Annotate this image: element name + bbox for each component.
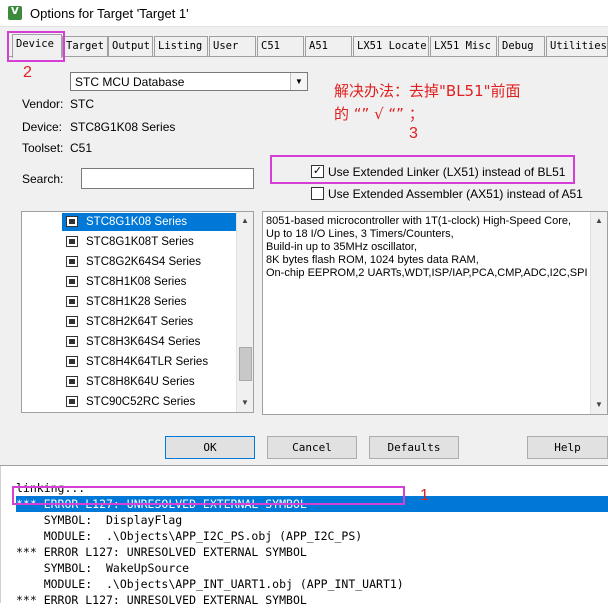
- scroll-up-icon[interactable]: ▲: [237, 213, 253, 229]
- error-highlight-box: [12, 486, 405, 505]
- tab-bar: Device Target Output Listing User C51 A5…: [8, 34, 608, 58]
- chip-icon: [66, 396, 78, 407]
- device-list: STC8G1K08 Series STC8G1K08T Series STC8G…: [21, 211, 254, 413]
- database-select[interactable]: STC MCU Database ▼: [70, 72, 308, 91]
- tab-user[interactable]: User: [209, 36, 256, 56]
- chip-icon: [66, 256, 78, 267]
- description-line: Build-in up to 35MHz oscillator,: [266, 241, 418, 253]
- help-button[interactable]: Help: [527, 436, 608, 459]
- annotation-number-3: 3: [409, 125, 418, 142]
- annotation-note-line1: 解决办法：去掉"BL51"前面: [334, 82, 521, 100]
- output-line: *** ERROR L127: UNRESOLVED EXTERNAL SYMB…: [16, 593, 307, 607]
- chip-icon: [66, 336, 78, 347]
- tab-output[interactable]: Output: [108, 36, 153, 56]
- tab-listing[interactable]: Listing: [154, 36, 208, 56]
- toolset-value: C51: [70, 141, 93, 155]
- output-line: MODULE: .\Objects\APP_INT_UART1.obj (APP…: [16, 577, 404, 591]
- tab-lx51-locate[interactable]: LX51 Locate: [353, 36, 429, 56]
- scroll-up-icon[interactable]: ▲: [591, 213, 607, 229]
- search-label: Search:: [22, 172, 64, 186]
- list-item[interactable]: STC8G1K08 Series: [62, 213, 240, 231]
- toolset-label: Toolset:: [22, 141, 64, 155]
- output-line: MODULE: .\Objects\APP_I2C_PS.obj (APP_I2…: [16, 529, 363, 543]
- tab-device[interactable]: Device: [12, 34, 62, 58]
- tab-debug[interactable]: Debug: [498, 36, 545, 56]
- list-item[interactable]: STC8H8K64U Series: [62, 373, 240, 391]
- device-list-scrollbar[interactable]: ▲ ▼: [236, 212, 253, 412]
- description-line: Up to 18 I/O Lines, 3 Timers/Counters,: [266, 228, 454, 240]
- tab-lx51-misc[interactable]: LX51 Misc: [430, 36, 497, 56]
- keil-app-icon: [8, 6, 22, 20]
- database-select-value: STC MCU Database: [75, 75, 185, 89]
- chip-icon: [66, 216, 78, 227]
- scroll-thumb[interactable]: [239, 347, 252, 381]
- title-bar: Options for Target 'Target 1': [0, 0, 608, 27]
- scroll-down-icon[interactable]: ▼: [237, 395, 253, 411]
- description-line: 8K bytes flash ROM, 1024 bytes data RAM,: [266, 254, 479, 266]
- use-lx51-label: Use Extended Linker (LX51) instead of BL…: [328, 165, 566, 179]
- device-label: Device:: [22, 120, 63, 134]
- list-item[interactable]: STC8H2K64T Series: [62, 313, 240, 331]
- description-scrollbar[interactable]: ▲ ▼: [590, 212, 607, 414]
- list-item[interactable]: STC90C52RC Series: [62, 393, 240, 411]
- chip-icon: [66, 296, 78, 307]
- output-line: *** ERROR L127: UNRESOLVED EXTERNAL SYMB…: [16, 545, 307, 559]
- chip-icon: [66, 376, 78, 387]
- vendor-value: STC: [70, 97, 94, 111]
- use-lx51-checkbox[interactable]: ✓: [311, 165, 324, 178]
- window-title: Options for Target 'Target 1': [30, 6, 189, 21]
- ok-button[interactable]: OK: [165, 436, 255, 459]
- list-item[interactable]: STC8G2K64S4 Series: [62, 253, 240, 271]
- use-ax51-checkbox[interactable]: [311, 187, 324, 200]
- tab-divider: [8, 56, 608, 57]
- output-line: SYMBOL: WakeUpSource: [16, 561, 190, 575]
- annotation-number-2: 2: [23, 64, 32, 81]
- device-description: 8051-based microcontroller with 1T(1-clo…: [262, 211, 608, 415]
- scroll-down-icon[interactable]: ▼: [591, 397, 607, 413]
- cancel-button[interactable]: Cancel: [267, 436, 357, 459]
- chip-icon: [66, 236, 78, 247]
- options-dialog: Options for Target 'Target 1' Device Tar…: [0, 0, 608, 466]
- tab-c51[interactable]: C51: [257, 36, 304, 56]
- tab-target[interactable]: Target: [62, 36, 108, 56]
- tab-utilities[interactable]: Utilities: [546, 36, 608, 56]
- list-item[interactable]: STC8H1K28 Series: [62, 293, 240, 311]
- defaults-button[interactable]: Defaults: [369, 436, 459, 459]
- chip-icon: [66, 356, 78, 367]
- use-ax51-label: Use Extended Assembler (AX51) instead of…: [328, 187, 583, 201]
- vendor-label: Vendor:: [22, 97, 64, 111]
- list-item[interactable]: STC8G1K08T Series: [62, 233, 240, 251]
- list-item[interactable]: STC8H1K08 Series: [62, 273, 240, 291]
- tab-a51[interactable]: A51: [305, 36, 352, 56]
- device-value: STC8G1K08 Series: [70, 120, 176, 134]
- chevron-down-icon[interactable]: ▼: [290, 73, 307, 90]
- search-input[interactable]: [81, 168, 254, 189]
- description-line: On-chip EEPROM,2 UARTs,WDT,ISP/IAP,PCA,C…: [266, 267, 588, 279]
- list-item[interactable]: STC8H4K64TLR Series: [62, 353, 240, 371]
- output-line: SYMBOL: DisplayFlag: [16, 513, 183, 527]
- chip-icon: [66, 316, 78, 327]
- list-item[interactable]: STC8H3K64S4 Series: [62, 333, 240, 351]
- description-line: 8051-based microcontroller with 1T(1-clo…: [266, 215, 572, 227]
- chip-icon: [66, 276, 78, 287]
- annotation-number-1: 1: [420, 487, 429, 504]
- annotation-note-line2: 的 “” √ “” ；: [334, 105, 424, 123]
